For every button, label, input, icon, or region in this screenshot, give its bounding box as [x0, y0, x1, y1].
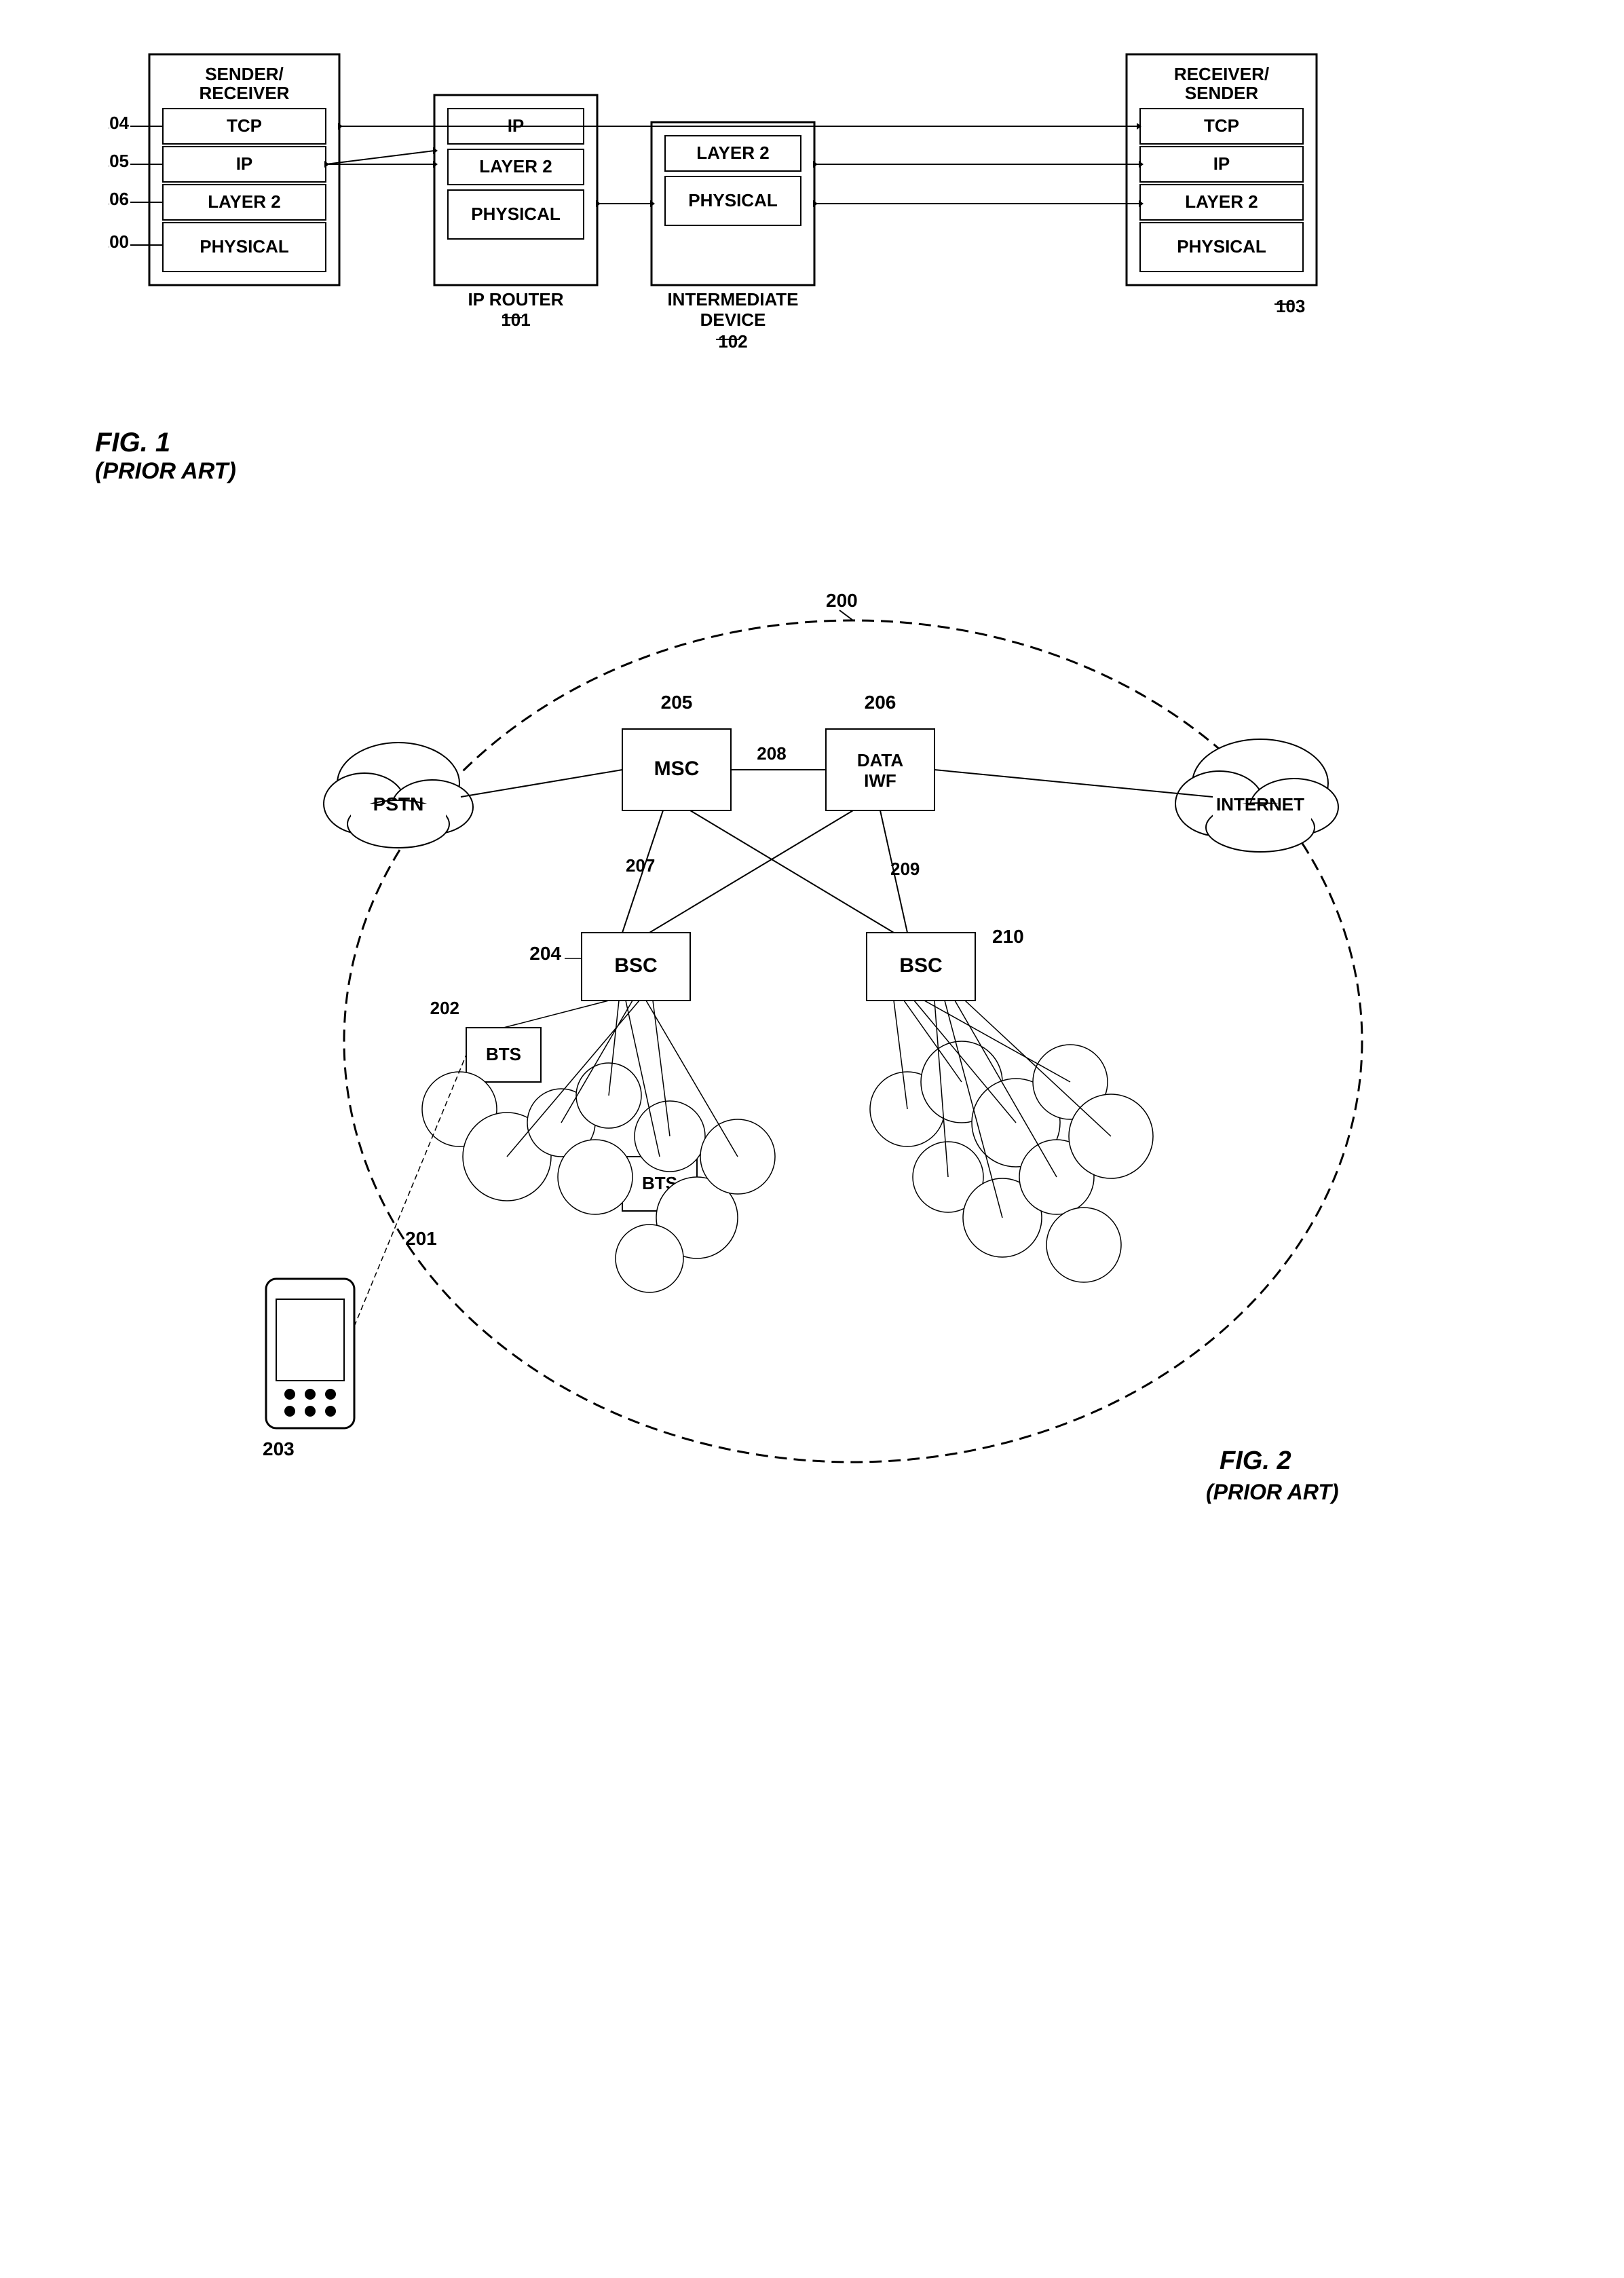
fig2-wrapper: 200 PSTN INTERNET MSC 205 DATA [202, 566, 1423, 1516]
svg-text:100: 100 [109, 231, 129, 252]
fig1-caption: FIG. 1 (PRIOR ART) [95, 428, 1570, 485]
svg-text:209: 209 [890, 859, 920, 879]
svg-text:200: 200 [826, 590, 858, 611]
svg-text:SENDER/: SENDER/ [205, 64, 284, 84]
svg-text:LAYER 2: LAYER 2 [1185, 191, 1258, 212]
svg-text:PHYSICAL: PHYSICAL [1177, 236, 1266, 257]
svg-text:DEVICE: DEVICE [700, 310, 766, 330]
svg-text:BTS: BTS [486, 1044, 521, 1064]
svg-text:RECEIVER/: RECEIVER/ [1174, 64, 1269, 84]
svg-text:INTERNET: INTERNET [1216, 794, 1304, 815]
svg-text:201: 201 [405, 1228, 437, 1249]
svg-text:SENDER: SENDER [1185, 83, 1259, 103]
fig2-container: 200 PSTN INTERNET MSC 205 DATA [54, 566, 1570, 1516]
svg-text:IWF: IWF [864, 770, 896, 791]
svg-text:PHYSICAL: PHYSICAL [200, 236, 289, 257]
svg-text:RECEIVER: RECEIVER [200, 83, 290, 103]
svg-text:IP: IP [1213, 153, 1230, 174]
svg-text:105: 105 [109, 151, 129, 171]
fig1-container: SENDER/ RECEIVER TCP IP LAYER 2 PHYSICAL… [54, 41, 1570, 485]
svg-text:204: 204 [529, 943, 561, 964]
svg-text:LAYER 2: LAYER 2 [479, 156, 552, 176]
svg-text:IP ROUTER: IP ROUTER [468, 289, 563, 310]
fig1-subtitle: (PRIOR ART) [95, 458, 1570, 485]
svg-text:BSC: BSC [899, 954, 942, 977]
svg-text:104: 104 [109, 113, 130, 133]
svg-text:208: 208 [757, 743, 786, 764]
svg-text:INTERMEDIATE: INTERMEDIATE [667, 289, 798, 310]
svg-text:LAYER 2: LAYER 2 [696, 143, 769, 163]
svg-text:202: 202 [430, 998, 459, 1018]
svg-text:DATA: DATA [856, 750, 903, 770]
svg-text:TCP: TCP [227, 115, 262, 136]
svg-text:IP: IP [236, 153, 253, 174]
svg-text:PSTN: PSTN [373, 793, 423, 815]
svg-text:210: 210 [992, 926, 1024, 947]
svg-text:102: 102 [718, 331, 747, 352]
svg-text:101: 101 [501, 310, 530, 330]
svg-text:103: 103 [1276, 296, 1305, 316]
fig1-title: FIG. 1 [95, 428, 1570, 458]
svg-text:(PRIOR ART): (PRIOR ART) [1206, 1480, 1339, 1504]
svg-text:205: 205 [660, 692, 692, 713]
svg-text:TCP: TCP [1204, 115, 1239, 136]
svg-text:MSC: MSC [654, 758, 699, 780]
svg-text:207: 207 [626, 855, 655, 876]
fig2-svg: 200 PSTN INTERNET MSC 205 DATA [202, 566, 1423, 1516]
svg-text:106: 106 [109, 189, 129, 209]
svg-text:BSC: BSC [614, 954, 657, 977]
svg-text:LAYER 2: LAYER 2 [208, 191, 280, 212]
fig1-svg: SENDER/ RECEIVER TCP IP LAYER 2 PHYSICAL… [109, 41, 1602, 421]
svg-text:FIG. 2: FIG. 2 [1220, 1446, 1291, 1475]
svg-text:206: 206 [864, 692, 896, 713]
svg-text:PHYSICAL: PHYSICAL [471, 204, 561, 224]
svg-text:PHYSICAL: PHYSICAL [688, 190, 778, 210]
svg-text:203: 203 [263, 1438, 295, 1459]
